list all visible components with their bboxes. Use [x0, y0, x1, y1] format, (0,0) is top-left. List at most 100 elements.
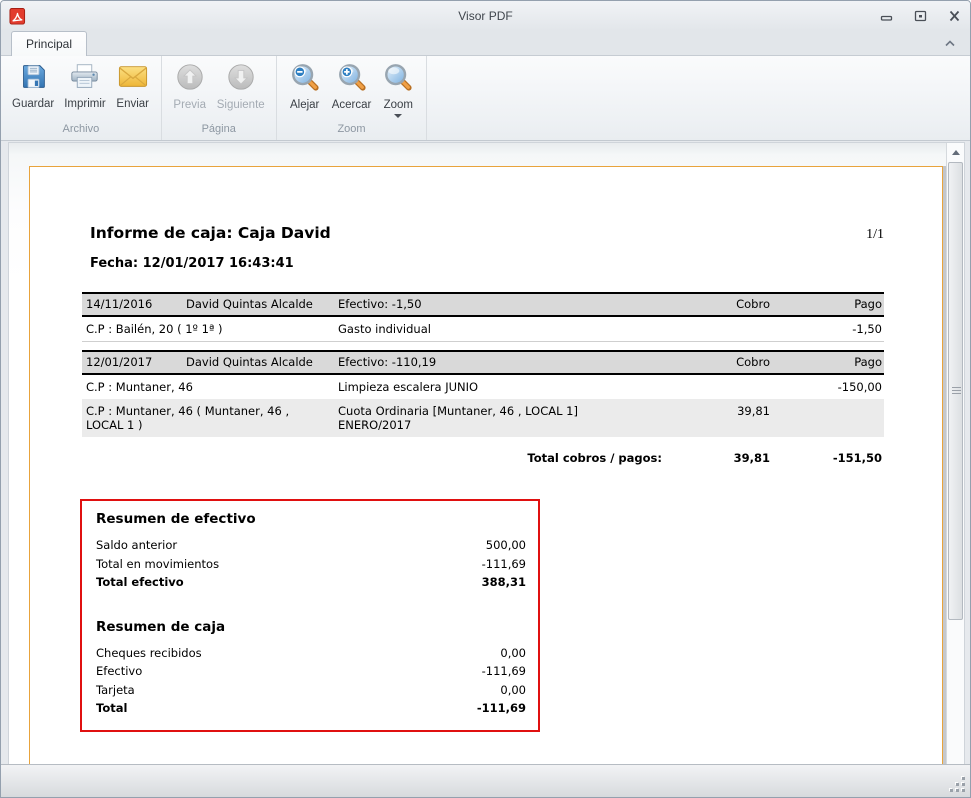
section-header: 14/11/2016 David Quintas Alcalde Efectiv… [82, 292, 884, 317]
zoom-icon [383, 62, 413, 95]
printer-icon [70, 62, 99, 94]
summary-value: -111,69 [477, 699, 526, 718]
zoom-out-icon [290, 62, 320, 95]
report-title: Informe de caja: Caja David [90, 224, 866, 242]
chevron-down-icon [394, 114, 402, 118]
section-header: 12/01/2017 David Quintas Alcalde Efectiv… [82, 350, 884, 375]
report: Informe de caja: Caja David 1/1 Fecha: 1… [30, 167, 942, 732]
previous-label: Previa [173, 99, 206, 111]
ribbon-group-archivo: Guardar [1, 56, 162, 140]
cell-pago: -150,00 [770, 380, 882, 394]
summary-row: Cheques recibidos 0,00 [96, 644, 526, 663]
cell-concept: C.P : Muntaner, 46 ( Muntaner, 46 , LOCA… [86, 404, 338, 432]
collapse-ribbon-icon[interactable] [942, 36, 958, 50]
cell-pago: -1,50 [770, 322, 882, 336]
print-label: Imprimir [64, 98, 106, 110]
arrow-up-circle-icon [175, 62, 205, 95]
previous-page-button[interactable]: Previa [168, 59, 212, 112]
summary-heading-efectivo: Resumen de efectivo [96, 511, 526, 527]
totals-cobro: 39,81 [680, 451, 770, 465]
visor-pdf-window: Visor PDF Principal [0, 0, 971, 798]
close-icon[interactable] [946, 8, 962, 24]
table-row: C.P : Muntaner, 46 Limpieza escalera JUN… [82, 375, 884, 399]
cell-description: Gasto individual [338, 322, 680, 336]
send-button[interactable]: Enviar [111, 59, 155, 111]
summary-value: 500,00 [486, 536, 526, 555]
ribbon: Guardar [1, 55, 970, 141]
tab-principal[interactable]: Principal [11, 31, 87, 56]
resize-grip[interactable] [950, 777, 966, 793]
send-label: Enviar [116, 98, 149, 110]
summary-value: -111,69 [482, 662, 526, 681]
print-button[interactable]: Imprimir [59, 59, 111, 111]
summary-label: Total [96, 699, 477, 718]
zoom-dropdown-button[interactable]: Zoom [376, 59, 420, 119]
ribbon-tab-row: Principal [1, 31, 970, 56]
next-page-button[interactable]: Siguiente [212, 59, 270, 112]
document-viewport[interactable]: Informe de caja: Caja David 1/1 Fecha: 1… [8, 142, 965, 766]
col-header-cobro: Cobro [680, 355, 770, 369]
report-date: Fecha: 12/01/2017 16:43:41 [90, 256, 884, 271]
summary-label: Tarjeta [96, 681, 500, 700]
save-button[interactable]: Guardar [7, 59, 59, 111]
totals-row: Total cobros / pagos: 39,81 -151,50 [82, 447, 884, 469]
zoom-in-button[interactable]: Acercar [327, 59, 377, 112]
summary-label: Cheques recibidos [96, 644, 500, 663]
zoom-label: Zoom [384, 99, 413, 111]
summary-row: Efectivo -111,69 [96, 662, 526, 681]
zoom-in-icon [337, 62, 367, 95]
zoom-out-label: Alejar [290, 99, 319, 111]
ribbon-empty-area [427, 56, 970, 140]
zoom-in-label: Acercar [332, 99, 372, 111]
cell-concept: C.P : Bailén, 20 ( 1º 1ª ) [86, 322, 338, 336]
zoom-out-button[interactable]: Alejar [283, 59, 327, 112]
summary-value: 0,00 [500, 681, 526, 700]
summary-row: Total -111,69 [96, 699, 526, 718]
summary-value: 388,31 [482, 573, 526, 592]
status-bar [1, 764, 970, 797]
summary-label: Efectivo [96, 662, 482, 681]
section-efectivo: Efectivo: -110,19 [338, 355, 680, 369]
totals-pago: -151,50 [770, 451, 882, 465]
window-title: Visor PDF [1, 9, 970, 23]
col-header-pago: Pago [770, 355, 882, 369]
section-date: 14/11/2016 [86, 297, 186, 311]
cell-cobro [680, 380, 770, 394]
summary-row: Total en movimientos -111,69 [96, 555, 526, 574]
save-label: Guardar [12, 98, 54, 110]
summary-value: -111,69 [482, 555, 526, 574]
window-controls [878, 1, 962, 31]
col-header-cobro: Cobro [680, 297, 770, 311]
summary-box: Resumen de efectivo Saldo anterior 500,0… [80, 499, 540, 732]
scrollbar-grip-icon [952, 387, 961, 395]
pdf-page: Informe de caja: Caja David 1/1 Fecha: 1… [29, 166, 943, 766]
cell-description: Limpieza escalera JUNIO [338, 380, 680, 394]
email-icon [118, 62, 148, 94]
ribbon-group-pagina: Previa Siguiente Página [162, 56, 277, 140]
maximize-icon[interactable] [912, 8, 928, 24]
page-indicator: 1/1 [866, 227, 884, 243]
movements-table: 14/11/2016 David Quintas Alcalde Efectiv… [82, 292, 884, 469]
section-efectivo: Efectivo: -1,50 [338, 297, 680, 311]
summary-row: Tarjeta 0,00 [96, 681, 526, 700]
group-label-zoom: Zoom [337, 123, 365, 139]
titlebar[interactable]: Visor PDF [1, 1, 970, 31]
section-user: David Quintas Alcalde [186, 297, 338, 311]
summary-value: 0,00 [500, 644, 526, 663]
summary-label: Total efectivo [96, 573, 482, 592]
summary-label: Total en movimientos [96, 555, 482, 574]
totals-label: Total cobros / pagos: [86, 451, 680, 465]
cell-concept: C.P : Muntaner, 46 [86, 380, 338, 394]
scrollbar-thumb[interactable] [948, 162, 963, 620]
scroll-up-icon[interactable] [947, 146, 964, 159]
summary-row: Total efectivo 388,31 [96, 573, 526, 592]
vertical-scrollbar[interactable] [946, 143, 964, 766]
minimize-icon[interactable] [878, 8, 894, 24]
group-label-archivo: Archivo [63, 123, 100, 139]
cell-cobro: 39,81 [680, 404, 770, 432]
group-label-pagina: Página [202, 123, 236, 139]
table-row: C.P : Muntaner, 46 ( Muntaner, 46 , LOCA… [82, 399, 884, 437]
section-date: 12/01/2017 [86, 355, 186, 369]
next-label: Siguiente [217, 99, 265, 111]
cell-cobro [680, 322, 770, 336]
